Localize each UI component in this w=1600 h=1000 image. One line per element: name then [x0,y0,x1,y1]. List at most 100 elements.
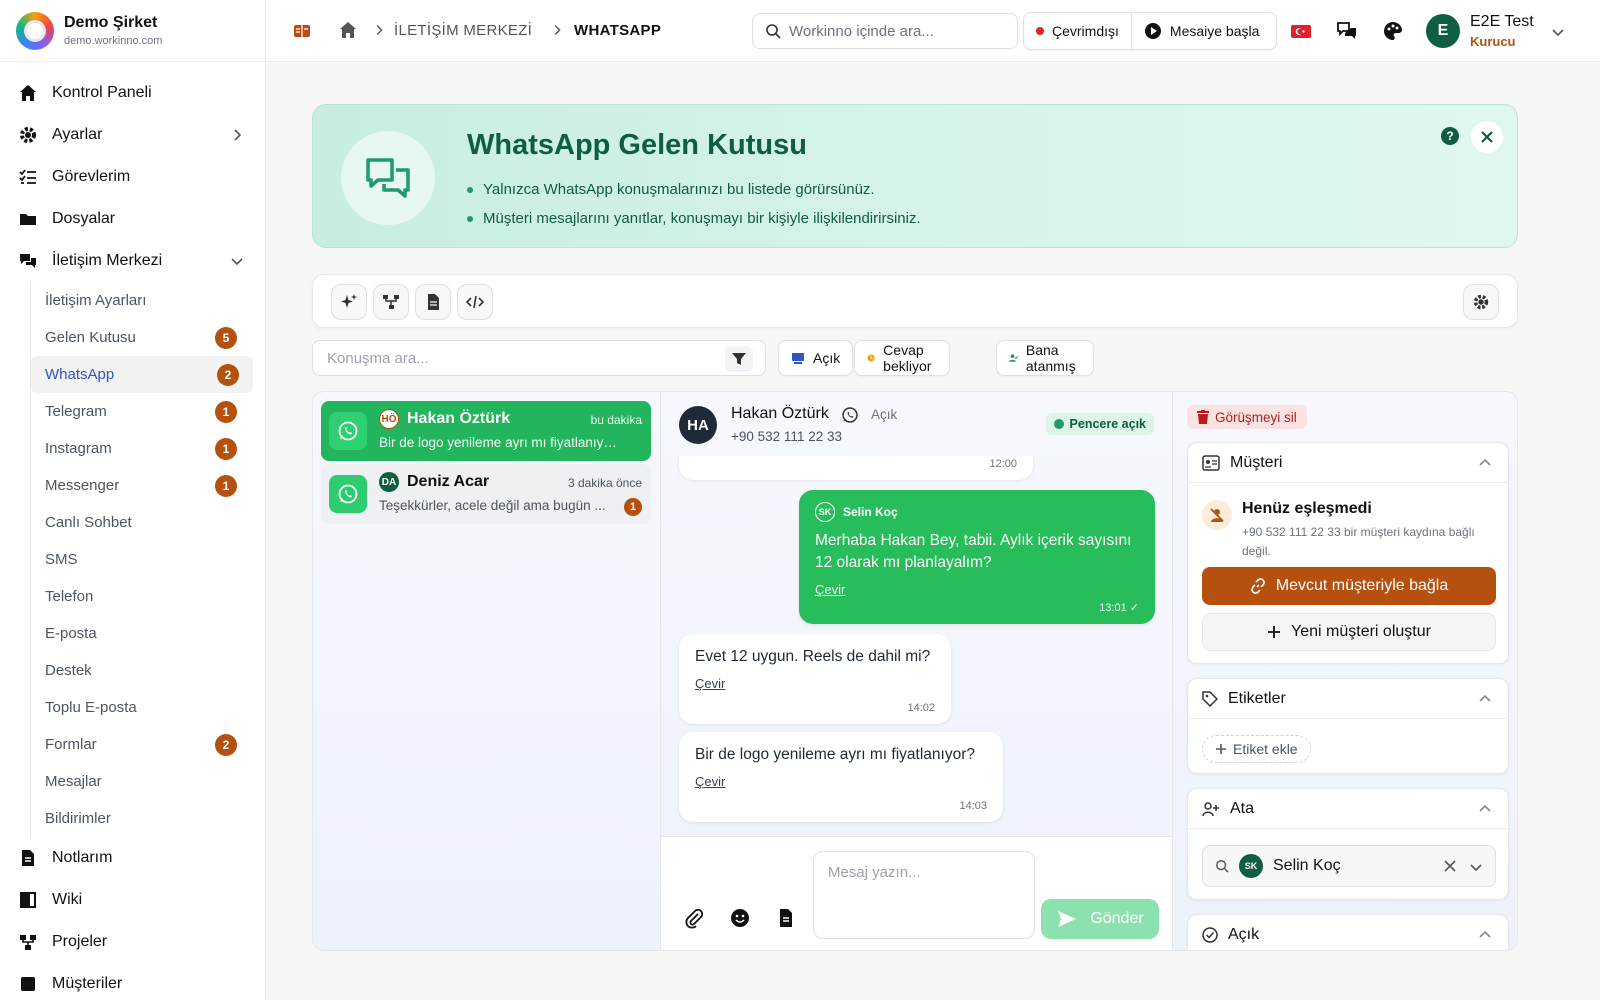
subnav-label: Gelen Kutusu [45,329,136,346]
user-off-icon [1202,500,1232,530]
chevron-up-icon[interactable] [1478,692,1492,706]
sidebar-item-label: Kontrol Paneli [52,84,152,101]
sidebar-item-tasks[interactable]: Görevlerim [0,156,265,198]
start-shift-button[interactable]: Mesaiye başla [1130,13,1272,49]
sidebar-item-communication[interactable]: İletişim Merkezi [0,240,265,282]
turkey-flag-icon[interactable] [1290,20,1312,42]
filter-chip-assigned-to-me[interactable]: Bana atanmış [996,340,1094,376]
settings-button[interactable] [1463,284,1499,320]
tags-card-header[interactable]: Etiketler [1188,679,1508,719]
link-customer-button[interactable]: Mevcut müşteriyle bağla [1202,567,1496,605]
workflow-button[interactable] [373,284,409,320]
user-name[interactable]: E2E Test [1470,13,1534,31]
chat-header: HA Hakan Öztürk Açık +90 532 111 22 33 P… [661,392,1172,456]
subnav-item-phone[interactable]: Telefon [45,578,265,615]
message-bubble-incoming: Evet 12 uygun. Reels de dahil mi? Çevir … [679,634,951,724]
filter-chip-open[interactable]: Açık [778,340,854,376]
ai-sparkle-button[interactable] [331,284,367,320]
sidebar-item-customers[interactable]: Müşteriler [0,963,265,1000]
count-badge: 2 [217,363,239,386]
subnav-item-notifications[interactable]: Bildirimler [45,800,265,837]
info-text: Yalnızca WhatsApp konuşmalarınızı bu lis… [483,181,875,198]
sidebar-item-files[interactable]: Dosyalar [0,198,265,240]
sidebar-item-notes[interactable]: Notlarım [0,837,265,879]
note-icon [22,850,34,866]
status-card-header[interactable]: Açık [1188,915,1508,950]
document-button[interactable] [415,284,451,320]
close-banner-button[interactable] [1471,121,1503,153]
subnav-item-telegram[interactable]: Telegram 1 [45,393,265,430]
home-icon[interactable] [338,20,358,40]
status-label: Çevrimdışı [1052,23,1119,39]
inbox-icon [792,353,804,364]
assign-card-header[interactable]: Ata [1188,789,1508,829]
brand[interactable]: Demo Şirket demo.workinno.com [0,0,265,62]
user-avatar[interactable]: E [1426,14,1460,48]
breadcrumb-communication[interactable]: İLETİŞİM MERKEZİ [394,22,532,39]
send-button[interactable]: Gönder [1041,899,1159,939]
filter-button[interactable] [725,346,753,372]
subnav-label: E-posta [45,625,97,642]
link-customer-label: Mevcut müşteriyle bağla [1275,577,1449,594]
contact-name: Deniz Acar [407,473,490,490]
contact-name: Hakan Öztürk [407,410,511,427]
subnav-item-forms[interactable]: Formlar 2 [45,726,265,763]
filter-chip-label: Bana atanmış [1025,342,1076,374]
sidebar-item-settings[interactable]: Ayarlar [0,114,265,156]
message-sender: SK Selin Koç [815,502,1139,522]
conversation-list: HÖ Hakan Öztürk bu dakika Bir de logo ye… [313,392,661,950]
page-title: WhatsApp Gelen Kutusu [467,129,807,161]
subnav-item-email[interactable]: E-posta [45,615,265,652]
palette-icon[interactable] [1382,20,1404,42]
task-list-icon [19,169,36,184]
sidebar-item-dashboard[interactable]: Kontrol Paneli [0,72,265,114]
delete-conversation-button[interactable]: Görüşmeyi sil [1187,405,1307,429]
subnav-item-messenger[interactable]: Messenger 1 [45,467,265,504]
code-button[interactable] [457,284,493,320]
customer-card-header[interactable]: Müşteri [1188,443,1508,483]
sidebar-item-wiki[interactable]: Wiki [0,879,265,921]
template-document-icon[interactable] [775,907,797,929]
subnav-item-inbox[interactable]: Gelen Kutusu 5 [45,319,265,356]
translate-link[interactable]: Çevir [695,774,987,789]
sidebar-item-label: Notlarım [52,849,113,866]
chat-bubbles-icon[interactable] [1336,20,1358,42]
status-toggle[interactable]: Çevrimdışı [1024,13,1131,49]
subnav-item-live-chat[interactable]: Canlı Sohbet [45,504,265,541]
subnav-item-settings[interactable]: İletişim Ayarları [45,282,265,319]
sidebar-item-projects[interactable]: Projeler [0,921,265,963]
translate-link[interactable]: Çevir [695,676,935,691]
message-input[interactable]: Mesaj yazın... [813,851,1035,939]
plus-icon [1268,626,1281,638]
subnav-item-sms[interactable]: SMS [45,541,265,578]
clear-icon[interactable] [1443,859,1457,873]
chevron-up-icon[interactable] [1478,928,1492,942]
user-check-icon [1009,354,1018,362]
conversation-item[interactable]: HÖ Hakan Öztürk bu dakika Bir de logo ye… [321,401,651,461]
code-icon [466,295,484,309]
chevron-up-icon[interactable] [1478,456,1492,470]
filter-chip-awaiting[interactable]: Cevap bekliyor [854,340,951,376]
create-customer-button[interactable]: Yeni müşteri oluştur [1202,613,1496,651]
assignee-select[interactable]: SK Selin Koç [1202,845,1496,887]
subnav-item-instagram[interactable]: Instagram 1 [45,430,265,467]
paperclip-icon[interactable] [683,907,705,929]
message-time: 14:02 [907,702,935,714]
whatsapp-icon [329,412,367,450]
conversation-item[interactable]: DA Deniz Acar 3 dakika önce Teşekkürler,… [321,464,651,524]
chevron-down-icon[interactable] [1550,24,1566,40]
global-search-input[interactable]: Workinno içinde ara... [752,13,1018,49]
translate-link[interactable]: Çevir [815,582,1139,597]
subnav-item-messages[interactable]: Mesajlar [45,763,265,800]
subnav-item-bulk-email[interactable]: Toplu E-posta [45,689,265,726]
chevron-up-icon[interactable] [1478,802,1492,816]
conversation-search-input[interactable]: Konuşma ara... [312,340,766,376]
emoji-icon[interactable] [729,907,751,929]
subnav-item-support[interactable]: Destek [45,652,265,689]
subnav-label: İletişim Ayarları [45,292,147,309]
subnav-item-whatsapp[interactable]: WhatsApp 2 [31,356,253,393]
panel-toggle-icon[interactable] [292,21,312,41]
add-tag-button[interactable]: Etiket ekle [1202,735,1311,763]
help-icon[interactable]: ? [1441,127,1459,145]
chevron-down-icon[interactable] [1469,860,1483,874]
